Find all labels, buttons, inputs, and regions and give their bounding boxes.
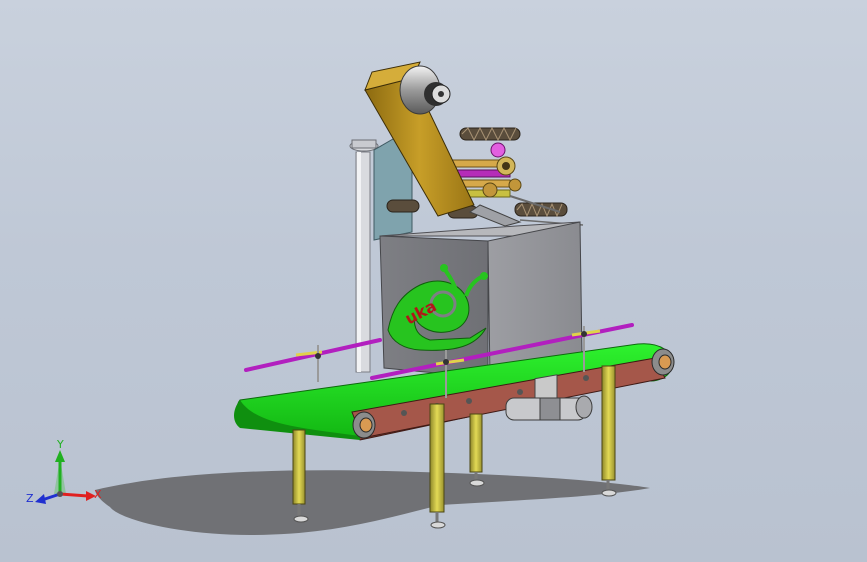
labeling-head[interactable] [364, 61, 584, 241]
graphics-viewport[interactable]: uka Y X Z [0, 0, 867, 562]
floor-shadow [95, 470, 650, 535]
z-axis-label: Z [26, 492, 34, 505]
labeling-machine-model[interactable]: uka [0, 0, 867, 562]
x-axis [59, 492, 89, 498]
leg-front-mid [429, 403, 446, 529]
axis-triad[interactable]: Y X Z [24, 438, 104, 512]
drive-motor[interactable] [505, 395, 593, 421]
y-axis-label: Y [56, 438, 64, 451]
y-axis-arrow [55, 450, 65, 462]
conveyor-end-roller-right [651, 348, 675, 376]
x-axis-label: X [94, 488, 102, 501]
conveyor-end-roller-left [352, 411, 376, 439]
z-axis-arrow [35, 494, 46, 504]
leg-front-right [601, 365, 617, 497]
label-reel[interactable] [399, 65, 451, 115]
